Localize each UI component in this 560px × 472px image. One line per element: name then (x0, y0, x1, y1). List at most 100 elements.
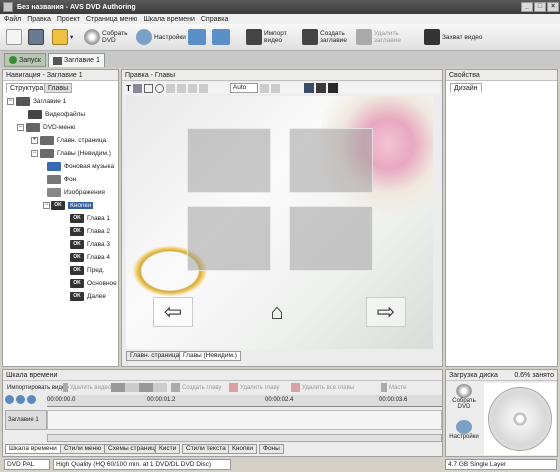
build-dvd-button[interactable]: Собрать DVD (84, 26, 130, 48)
delete-video-button[interactable]: Удалить видео (63, 383, 111, 392)
tree-chapter-3[interactable]: OK Глава 3 (70, 239, 110, 250)
chapter-slot-1[interactable] (187, 128, 271, 193)
tree-chapter-2[interactable]: OK Глава 2 (70, 226, 110, 237)
tree-buttons[interactable]: − OK Кнопки (43, 200, 93, 211)
tree-chapter-4[interactable]: OK Глава 4 (70, 252, 110, 263)
capture-video-button[interactable]: Захват видео (424, 26, 484, 48)
tree-background[interactable]: Фон (47, 174, 76, 185)
menu-menu-page[interactable]: Страница меню (86, 16, 138, 23)
tree-background-music[interactable]: Фоновая музыка (47, 161, 114, 172)
paste-icon[interactable] (198, 83, 208, 93)
cut-icon[interactable] (176, 83, 186, 93)
preview-icon[interactable] (315, 83, 326, 93)
properties-header: Свойства (446, 70, 557, 81)
playback-controls[interactable] (111, 383, 167, 392)
tree-dvd-menu[interactable]: − DVD-меню (17, 122, 75, 133)
tree-previous[interactable]: OK Пред. (70, 265, 104, 276)
tree-title-1[interactable]: − Заглавие 1 (7, 96, 66, 107)
redo-button[interactable] (212, 26, 232, 48)
tree-chapters-page[interactable]: − Главы (Невидим.) (31, 148, 111, 159)
disc-type-select[interactable]: 4.7 GB Single Layer (445, 459, 557, 470)
disc-build-dvd-button[interactable]: Собрать DVD (449, 384, 479, 416)
timeline-ruler[interactable]: 00:00:00.0 00:00:01.2 00:00:02.4 00:00:0… (47, 395, 442, 407)
tree-images[interactable]: Изображения (47, 187, 105, 198)
save-project-button[interactable] (28, 26, 46, 48)
menu-edit[interactable]: Правка (27, 16, 51, 23)
tree-video-files[interactable]: Видеофайлы (28, 109, 85, 120)
maximize-button[interactable]: □ (534, 2, 546, 12)
tab-main-page[interactable]: Главн. страница (126, 351, 184, 361)
time-label-2: 00:00:02.4 (265, 397, 294, 403)
next-arrow-button[interactable]: ⇨ (366, 297, 406, 327)
format-select[interactable]: DVD PAL (4, 459, 50, 470)
timeline-track[interactable] (47, 410, 442, 430)
image-tool-icon[interactable] (132, 83, 142, 93)
delete-all-chapters-button[interactable]: Удалить все главы (291, 383, 381, 392)
line-tool-icon[interactable] (165, 83, 175, 93)
tab-start[interactable]: Запуск (4, 53, 46, 67)
tree-main[interactable]: OK Основное (70, 278, 117, 289)
import-video-timeline-button[interactable]: Импортировать видео (5, 383, 69, 392)
zoom-select[interactable]: Auto (229, 83, 258, 93)
new-project-button[interactable] (6, 26, 24, 48)
home-button[interactable]: ⌂ (260, 297, 294, 327)
chapter-slot-3[interactable] (187, 206, 271, 271)
copy-icon[interactable] (187, 83, 197, 93)
menu-timeline[interactable]: Шкала времени (143, 16, 194, 23)
import-video-button[interactable]: Импорт видео (246, 26, 287, 48)
open-project-button[interactable]: ▾ (52, 26, 73, 48)
tab-title-1[interactable]: Заглавие 1 (48, 53, 105, 67)
editor-panel: Правка - Главы T Auto ⇦ ⌂ ⇨ Главн. стран… (121, 69, 443, 367)
create-title-button[interactable]: Создать заглавие (302, 26, 348, 48)
tab-menu-styles[interactable]: Стили меню (60, 444, 106, 454)
text-tool-icon[interactable]: T (126, 84, 131, 93)
tab-structure[interactable]: Структура (6, 83, 48, 93)
tab-backgrounds[interactable]: Фоны (259, 444, 284, 454)
disc-icon (456, 384, 472, 398)
tab-buttons[interactable]: Кнопки (228, 444, 257, 454)
previous-arrow-button[interactable]: ⇦ (153, 297, 193, 327)
rect-tool-icon[interactable] (143, 83, 153, 93)
tab-page-layouts[interactable]: Схемы страниц (104, 444, 159, 454)
zoom-out-icon[interactable] (270, 83, 280, 93)
tab-text-styles[interactable]: Стили текста (182, 444, 230, 454)
tree-next[interactable]: OK Далее (70, 291, 106, 302)
zoom-in-icon[interactable] (5, 395, 14, 404)
view-mode-icon[interactable] (303, 83, 314, 93)
chapter-slot-4[interactable] (289, 206, 373, 271)
tab-timeline[interactable]: Шкала времени (5, 444, 61, 454)
master-button[interactable]: Масте (381, 383, 406, 392)
disc-usage-text: 0.6% занято (514, 372, 554, 379)
tab-chapters[interactable]: Главы (44, 83, 73, 93)
close-button[interactable]: × (547, 2, 559, 12)
zoom-out-icon[interactable] (16, 395, 25, 404)
ellipse-tool-icon[interactable] (154, 83, 164, 93)
menu-canvas[interactable]: ⇦ ⌂ ⇨ (126, 96, 433, 349)
menu-project[interactable]: Проект (57, 16, 80, 23)
undo-button[interactable] (188, 26, 208, 48)
quality-select[interactable]: High Quality (HQ 60/100 min. at 1 DVD/DL… (53, 459, 231, 470)
create-chapter-button[interactable]: Создать главу (171, 383, 229, 392)
chapter-slot-2[interactable] (289, 128, 373, 193)
delete-title-button[interactable]: Удалить заглавие (356, 26, 408, 48)
zoom-fit-icon[interactable] (27, 395, 36, 404)
timeline-scrollbar[interactable] (47, 434, 442, 442)
arrow-right-icon: ⇨ (376, 299, 396, 324)
tab-brushes[interactable]: Кисти (155, 444, 181, 454)
menu-file[interactable]: Файл (4, 16, 21, 23)
tab-chapters-page[interactable]: Главы (Невидим.) (179, 351, 241, 361)
tree-main-page[interactable]: + Главн. страница (31, 135, 106, 146)
ok-badge-icon: OK (70, 266, 84, 275)
tab-design[interactable]: Дизайн (450, 83, 482, 93)
camera-icon (424, 29, 440, 45)
zoom-in-icon[interactable] (259, 83, 269, 93)
ok-badge-icon: OK (70, 292, 84, 301)
delete-chapter-button[interactable]: Удалить главу (229, 383, 291, 392)
disc-settings-button[interactable]: Настройки (449, 420, 479, 452)
tree-chapter-1[interactable]: OK Глава 1 (70, 213, 110, 224)
safe-zone-icon[interactable] (327, 83, 338, 93)
disc-load-panel: Загрузка диска 0.6% занято Собрать DVD Н… (445, 369, 558, 457)
menu-help[interactable]: Справка (201, 16, 228, 23)
minimize-button[interactable]: _ (521, 2, 533, 12)
settings-button[interactable]: Настройки (136, 26, 186, 48)
